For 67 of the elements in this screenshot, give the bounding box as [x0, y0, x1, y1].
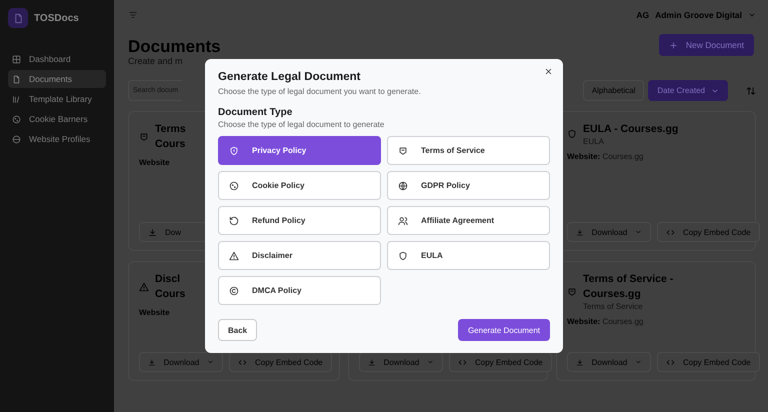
sort-button[interactable]: Date Created — [648, 80, 728, 101]
users-icon — [398, 216, 408, 226]
section-title: Document Type — [218, 107, 294, 118]
document-type-option[interactable]: GDPR Policy — [387, 171, 550, 200]
document-title: Cours — [155, 287, 186, 302]
plus-icon — [668, 40, 678, 50]
back-button[interactable]: Back — [218, 319, 258, 341]
code-icon — [666, 228, 675, 236]
app-name: TOSDocs — [34, 12, 79, 24]
document-type-option[interactable]: Terms of Service — [387, 136, 550, 165]
dialog-description: Choose the type of legal document you want to generate. — [218, 87, 422, 96]
website-text: Website — [139, 158, 171, 167]
warning-icon — [229, 250, 239, 260]
shield-icon — [229, 146, 239, 156]
document-title: Terms — [155, 122, 186, 137]
document-type-option[interactable]: DMCA Policy — [218, 276, 381, 305]
document-type-option[interactable]: Refund Policy — [218, 206, 381, 235]
document-type-option[interactable]: EULA — [387, 241, 550, 270]
shield-icon — [567, 129, 577, 139]
sidebar-item[interactable]: Dashboard — [8, 50, 106, 68]
document-type-option[interactable]: Privacy Policy — [218, 136, 381, 165]
document-icon — [12, 12, 24, 24]
website-text: Website — [139, 308, 171, 317]
document-type-option[interactable]: Cookie Policy — [218, 171, 381, 200]
user-initials: AG — [636, 10, 650, 20]
chevron-down-icon — [635, 228, 642, 236]
sidebar-item[interactable]: Template Library — [8, 90, 106, 108]
filter-icon — [128, 10, 138, 20]
download-icon — [148, 228, 157, 236]
books-icon — [12, 94, 21, 104]
document-title: Courses.gg — [583, 287, 642, 302]
download-icon — [368, 358, 376, 366]
chevron-down-icon — [748, 11, 756, 19]
globe-icon — [398, 180, 408, 190]
sidebar-item[interactable]: Cookie Barners — [8, 110, 106, 128]
sidebar-item[interactable]: Website Profiles — [8, 130, 106, 148]
document-title: Terms of Service - — [583, 272, 674, 287]
grid-icon — [12, 54, 21, 64]
download-icon — [576, 228, 584, 236]
code-icon — [458, 358, 467, 366]
page-title: Documents — [128, 38, 221, 56]
dialog-title: Generate Legal Document — [218, 71, 362, 83]
code-icon — [666, 358, 675, 366]
document-title: Discl — [155, 272, 182, 287]
download-icon — [148, 358, 156, 366]
sort-icon — [746, 86, 756, 96]
sidebar-item[interactable]: Documents — [8, 70, 106, 88]
section-hint: Choose the type of legal document to generate — [218, 120, 386, 129]
chevron-down-icon — [635, 358, 642, 366]
chevron-down-icon — [427, 358, 434, 366]
copyright-icon — [229, 286, 239, 296]
rotate-icon — [229, 216, 239, 226]
download-icon — [576, 358, 584, 366]
warning-icon — [139, 282, 149, 292]
document-title: Cours — [155, 137, 186, 152]
document-title: EULA - Courses.gg — [583, 122, 678, 137]
cookie-icon — [12, 114, 21, 124]
shield-icon — [398, 250, 408, 260]
document-type-option[interactable]: Disclaimer — [218, 241, 381, 270]
cookie-icon — [229, 180, 239, 190]
globe-icon — [12, 134, 21, 144]
new-document-button[interactable]: New Document — [658, 34, 754, 56]
code-icon — [238, 358, 247, 366]
generate-document-button[interactable]: Generate Document — [458, 319, 550, 341]
document-icon — [12, 74, 21, 84]
document-type-option[interactable]: Affiliate Agreement — [387, 206, 550, 235]
chevron-down-icon — [207, 358, 214, 366]
